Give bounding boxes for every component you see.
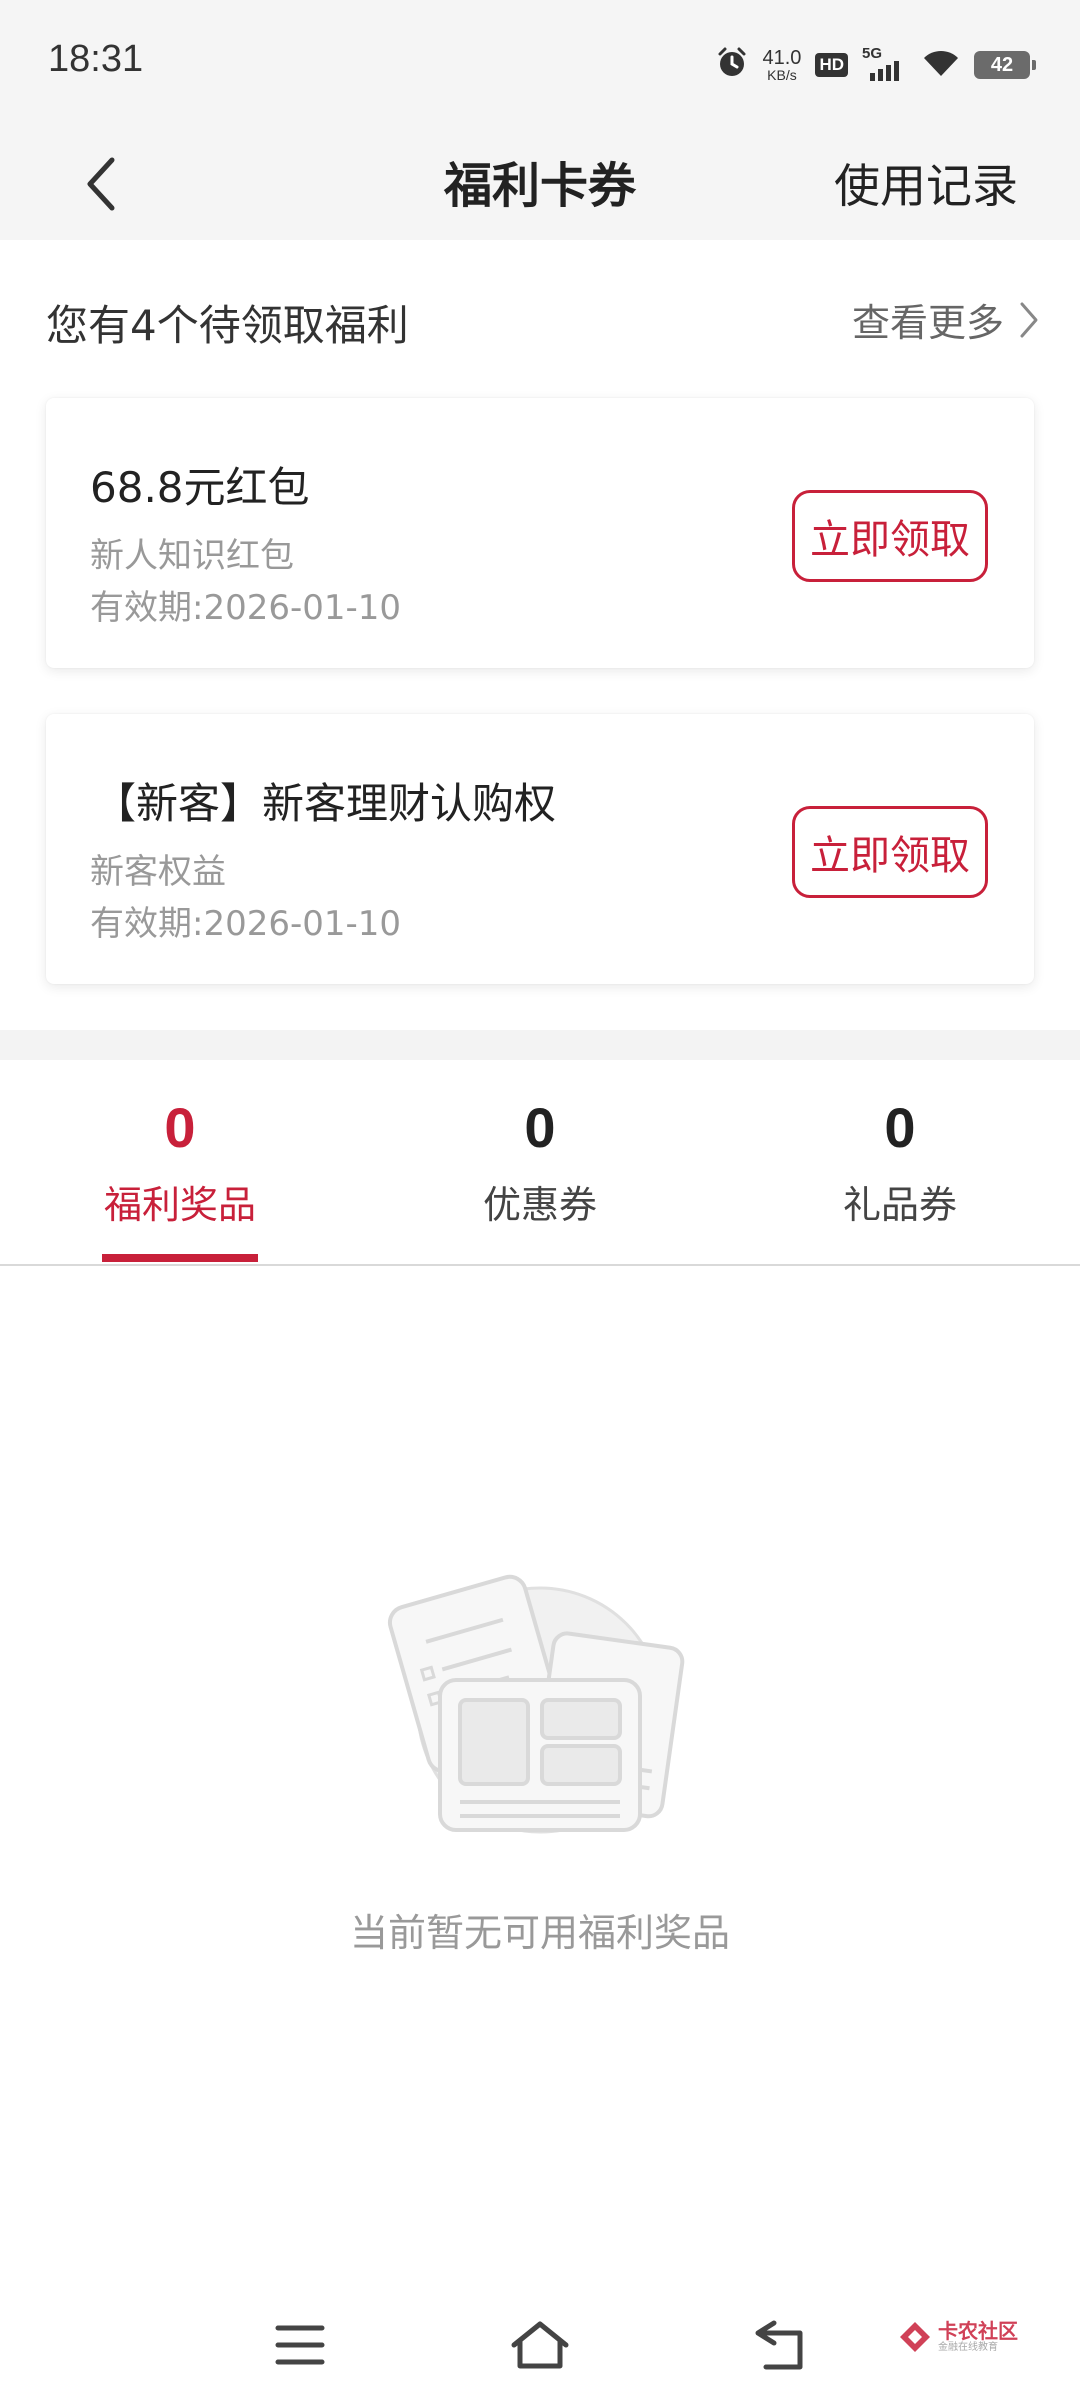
see-more-link[interactable]: 查看更多 [852,292,1040,347]
benefit-card-expiry: 有效期:2026-01-10 [90,904,402,944]
pending-benefits-title: 您有4个待领取福利 [46,301,409,350]
chevron-right-icon [1020,302,1038,337]
benefit-card: 【新客】新客理财认购权 新客权益 有效期:2026-01-10 立即领取 [46,714,1034,984]
section-divider [0,1030,1080,1060]
network-type-label: 5G [862,45,883,62]
tab-label: 福利奖品 [103,1183,256,1227]
network-speed-value: 41.0 [762,47,802,69]
benefit-card-subtitle: 新客权益 [90,852,226,892]
benefit-card-title: 68.8元红包 [90,463,310,512]
tab-count: 0 [164,1096,196,1159]
status-icons: 41.0 KB/s HD 5G 42 [715,42,1036,88]
pending-benefits-header: 您有4个待领取福利 查看更多 [0,240,1080,400]
header: 福利卡券 使用记录 [0,128,1080,240]
tab-gift-vouchers[interactable]: 0 礼品券 [770,1100,1030,1229]
network-speed-unit: KB/s [767,67,797,83]
watermark-name: 卡农社区 [938,2319,1018,2343]
tab-welfare-prizes[interactable]: 0 福利奖品 [50,1100,310,1229]
benefit-card-expiry: 有效期:2026-01-10 [90,588,402,628]
status-bar: 18:31 41.0 KB/s HD 5G 42 [0,0,1080,128]
battery-icon: 42 [974,51,1036,79]
signal-5g-icon: 5G [862,45,908,83]
status-time: 18:31 [48,38,144,80]
benefit-card-title: 【新客】新客理财认购权 [94,779,557,828]
home-button[interactable] [500,2310,580,2380]
wifi-icon [922,48,960,82]
claim-button[interactable]: 立即领取 [792,806,988,898]
tab-label: 礼品券 [842,1183,957,1227]
home-icon [511,2321,569,2369]
hd-icon: HD [815,53,848,77]
empty-state-text: 当前暂无可用福利奖品 [349,1911,730,1955]
watermark-tagline: 金融在线教育 [938,2342,998,2353]
network-speed: 41.0 KB/s [763,48,802,82]
tab-coupons[interactable]: 0 优惠券 [410,1100,670,1229]
usage-record-button[interactable]: 使用记录 [834,150,1018,216]
alarm-icon [715,46,749,84]
claim-button[interactable]: 立即领取 [792,490,988,582]
tab-count: 0 [524,1096,556,1159]
return-icon [755,2320,803,2370]
watermark-logo: 卡农社区 金融在线教育 [898,2320,1018,2354]
category-tabs: 0 福利奖品 0 优惠券 0 礼品券 [0,1060,1080,1266]
empty-state-illustration [380,1560,700,1860]
tab-label: 优惠券 [482,1183,597,1227]
see-more-label: 查看更多 [851,301,1004,345]
system-nav-bar: 卡农社区 金融在线教育 [0,2290,1080,2408]
benefit-card-subtitle: 新人知识红包 [90,536,294,576]
menu-button[interactable] [260,2310,340,2380]
active-tab-indicator [102,1254,258,1262]
tab-count: 0 [884,1096,916,1159]
benefit-card: 68.8元红包 新人知识红包 有效期:2026-01-10 立即领取 [46,398,1034,668]
brand-logo-icon [900,2322,930,2352]
menu-icon [275,2325,325,2365]
back-nav-button[interactable] [740,2310,820,2380]
